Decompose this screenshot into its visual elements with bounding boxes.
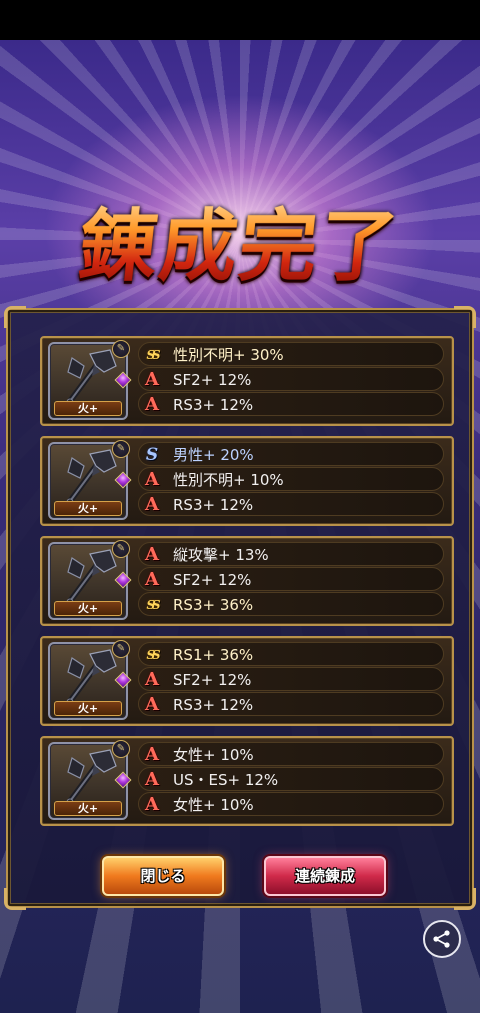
stat-text: SF2+ 12%: [173, 371, 252, 389]
forge-result-card: 火+ ✎ A 女性+ 10% A US・ES+ 12% A 女性+ 10%: [40, 736, 454, 826]
axe-slot-icon: ✎: [112, 740, 130, 758]
stat-row: A RS3+ 12%: [138, 492, 444, 516]
stat-text: US・ES+ 12%: [173, 771, 279, 789]
frame-corner-ornament: [454, 306, 476, 328]
stat-list: S 男性+ 20% A 性別不明+ 10% A RS3+ 12%: [138, 442, 444, 517]
forge-result-card: 火+ ✎ S 男性+ 20% A 性別不明+ 10% A RS3+ 12%: [40, 436, 454, 526]
frame-corner-ornament: [454, 888, 476, 910]
stat-text: RS1+ 36%: [173, 646, 254, 664]
status-bar: [0, 0, 480, 40]
axe-slot-icon: ✎: [112, 440, 130, 458]
stat-row: SS RS3+ 36%: [138, 592, 444, 616]
rank-a-icon: A: [145, 794, 159, 815]
element-badge: 火+: [54, 601, 122, 616]
rank-a-icon: A: [145, 469, 159, 490]
share-icon: [433, 930, 450, 948]
stat-row: A US・ES+ 12%: [138, 767, 444, 791]
rank-a-icon: A: [145, 694, 159, 715]
forge-result-card: 火+ ✎ A 縦攻撃+ 13% A SF2+ 12% SS RS3+ 36%: [40, 536, 454, 626]
forge-result-screen: 錬成完了 火+ ✎ SS 性別不明+ 30% A SF2+ 12% A RS3+…: [0, 40, 480, 1013]
stat-text: RS3+ 36%: [173, 596, 254, 614]
stat-row: A 女性+ 10%: [138, 742, 444, 766]
rank-a-icon: A: [145, 669, 159, 690]
title-banner: 錬成完了: [0, 170, 480, 310]
stat-row: A 女性+ 10%: [138, 792, 444, 816]
stat-row: A SF2+ 12%: [138, 367, 444, 391]
stat-row: A SF2+ 12%: [138, 667, 444, 691]
stat-text: 女性+ 10%: [173, 746, 254, 764]
stat-text: 縦攻撃+ 13%: [173, 546, 269, 564]
result-panel: 火+ ✎ SS 性別不明+ 30% A SF2+ 12% A RS3+ 12%: [4, 306, 476, 910]
rank-a-icon: A: [145, 544, 159, 565]
rank-ss-icon: SS: [146, 348, 160, 362]
stat-list: SS 性別不明+ 30% A SF2+ 12% A RS3+ 12%: [138, 342, 444, 417]
stat-text: 性別不明+ 10%: [173, 471, 284, 489]
stat-text: RS3+ 12%: [173, 496, 254, 514]
axe-slot-icon: ✎: [112, 540, 130, 558]
frame-corner-ornament: [4, 888, 26, 910]
axe-slot-icon: ✎: [112, 640, 130, 658]
stat-text: 性別不明+ 30%: [173, 346, 284, 364]
forge-result-card: 火+ ✎ SS 性別不明+ 30% A SF2+ 12% A RS3+ 12%: [40, 336, 454, 426]
stat-row: A 縦攻撃+ 13%: [138, 542, 444, 566]
stat-row: A SF2+ 12%: [138, 567, 444, 591]
axe-slot-icon: ✎: [112, 340, 130, 358]
element-badge: 火+: [54, 401, 122, 416]
rank-ss-icon: SS: [146, 598, 160, 612]
stat-list: A 縦攻撃+ 13% A SF2+ 12% SS RS3+ 36%: [138, 542, 444, 617]
rank-s-icon: S: [145, 445, 159, 465]
forge-result-card: 火+ ✎ SS RS1+ 36% A SF2+ 12% A RS3+ 12%: [40, 636, 454, 726]
share-button[interactable]: [423, 920, 461, 958]
rank-a-icon: A: [145, 394, 159, 415]
stat-text: RS3+ 12%: [173, 696, 254, 714]
close-button[interactable]: 閉じる: [102, 856, 224, 896]
stat-text: 男性+ 20%: [173, 446, 254, 464]
rank-ss-icon: SS: [146, 648, 160, 662]
stat-list: A 女性+ 10% A US・ES+ 12% A 女性+ 10%: [138, 742, 444, 817]
stat-row: SS 性別不明+ 30%: [138, 342, 444, 366]
stat-row: SS RS1+ 36%: [138, 642, 444, 666]
rank-a-icon: A: [145, 369, 159, 390]
element-badge: 火+: [54, 801, 122, 816]
stat-row: A RS3+ 12%: [138, 392, 444, 416]
stat-row: A RS3+ 12%: [138, 692, 444, 716]
stat-row: A 性別不明+ 10%: [138, 467, 444, 491]
banner-title: 錬成完了: [74, 184, 406, 296]
stat-text: SF2+ 12%: [173, 571, 252, 589]
continuous-forge-button[interactable]: 連続錬成: [264, 856, 386, 896]
stat-list: SS RS1+ 36% A SF2+ 12% A RS3+ 12%: [138, 642, 444, 717]
rank-a-icon: A: [145, 769, 159, 790]
stat-row: S 男性+ 20%: [138, 442, 444, 466]
stat-text: SF2+ 12%: [173, 671, 252, 689]
stat-text: RS3+ 12%: [173, 396, 254, 414]
element-badge: 火+: [54, 501, 122, 516]
rank-a-icon: A: [145, 494, 159, 515]
element-badge: 火+: [54, 701, 122, 716]
rank-a-icon: A: [145, 569, 159, 590]
frame-corner-ornament: [4, 306, 26, 328]
stat-text: 女性+ 10%: [173, 796, 254, 814]
rank-a-icon: A: [145, 744, 159, 765]
